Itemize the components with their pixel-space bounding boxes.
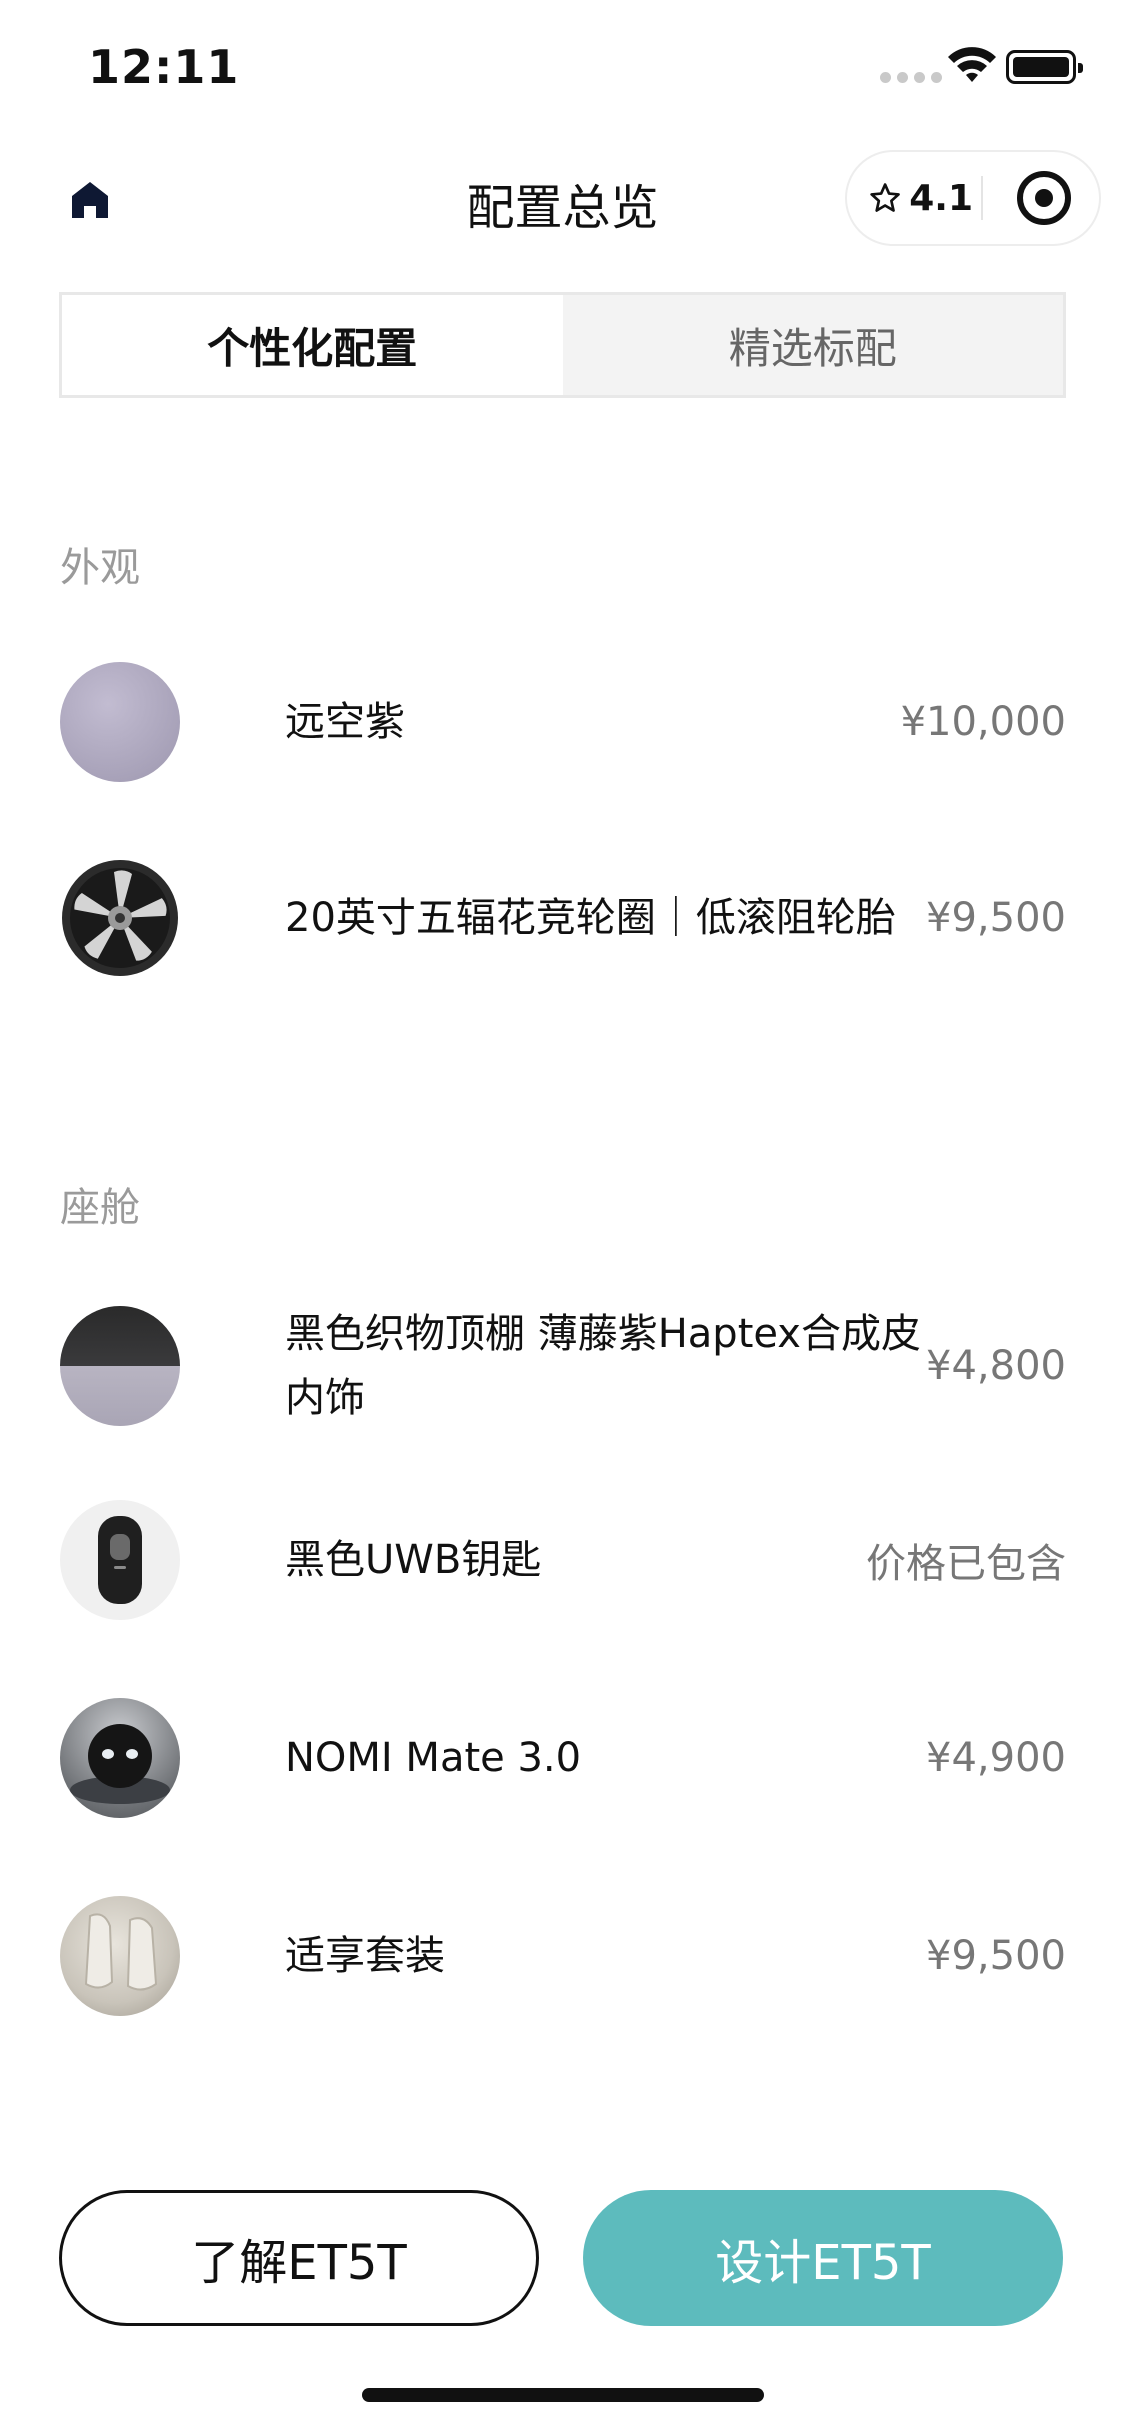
list-item[interactable]: NOMI Mate 3.0 ¥4,900 bbox=[60, 1698, 1066, 1818]
item-name: 适享套装 bbox=[285, 1933, 445, 1979]
capsule-divider bbox=[981, 176, 983, 220]
item-price: ¥9,500 bbox=[926, 1933, 1066, 1979]
tab-personalized[interactable]: 个性化配置 bbox=[62, 295, 563, 395]
mini-program-capsule: 4.1 bbox=[845, 150, 1101, 246]
list-item[interactable]: 黑色织物顶棚 薄藤紫Haptex合成皮内饰 ¥4,800 bbox=[60, 1302, 1066, 1430]
status-bar: 12:11 bbox=[0, 0, 1125, 130]
star-icon bbox=[870, 183, 900, 212]
item-name: 远空紫 bbox=[285, 699, 405, 745]
item-price: 价格已包含 bbox=[866, 1541, 1066, 1587]
wifi-icon bbox=[948, 47, 996, 82]
seat-icon bbox=[60, 1896, 180, 2016]
item-price: ¥10,000 bbox=[900, 699, 1066, 745]
battery-icon bbox=[1006, 50, 1083, 84]
signal-icon bbox=[880, 72, 942, 83]
rating-value: 4.1 bbox=[909, 177, 973, 219]
list-item[interactable]: 20英寸五辐花竞轮圈｜低滚阻轮胎 ¥9,500 bbox=[60, 858, 1066, 978]
color-swatch bbox=[60, 662, 180, 782]
section-title-cabin: 座舱 bbox=[60, 1185, 140, 1231]
interior-swatch bbox=[60, 1306, 180, 1426]
item-price: ¥4,800 bbox=[926, 1343, 1066, 1389]
item-name: 20英寸五辐花竞轮圈｜低滚阻轮胎 bbox=[285, 895, 896, 941]
item-price: ¥4,900 bbox=[926, 1735, 1066, 1781]
list-item[interactable]: 适享套装 ¥9,500 bbox=[60, 1896, 1066, 2016]
home-indicator bbox=[362, 2388, 764, 2402]
wheel-icon bbox=[60, 858, 180, 978]
learn-button[interactable]: 了解ET5T bbox=[59, 2190, 539, 2326]
item-name: 黑色UWB钥匙 bbox=[285, 1537, 542, 1583]
config-tabs: 个性化配置 精选标配 bbox=[59, 292, 1066, 398]
nomi-icon bbox=[60, 1698, 180, 1818]
target-icon[interactable] bbox=[1017, 171, 1071, 225]
item-name: 黑色织物顶棚 薄藤紫Haptex合成皮内饰 bbox=[285, 1311, 921, 1421]
list-item[interactable]: 黑色UWB钥匙 价格已包含 bbox=[60, 1500, 1066, 1620]
key-icon bbox=[60, 1500, 180, 1620]
list-item[interactable]: 远空紫 ¥10,000 bbox=[60, 662, 1066, 782]
status-time: 12:11 bbox=[88, 40, 240, 94]
item-name: NOMI Mate 3.0 bbox=[285, 1735, 582, 1781]
design-button[interactable]: 设计ET5T bbox=[583, 2190, 1063, 2326]
section-title-exterior: 外观 bbox=[60, 545, 140, 591]
rating-button[interactable]: 4.1 bbox=[869, 178, 973, 219]
item-price: ¥9,500 bbox=[926, 895, 1066, 941]
tab-standard[interactable]: 精选标配 bbox=[563, 295, 1064, 395]
config-overview-page: 12:11 配置总览 4.1 个性化配置 精选标配 外观 远空紫 ¥10,000… bbox=[0, 0, 1125, 2436]
